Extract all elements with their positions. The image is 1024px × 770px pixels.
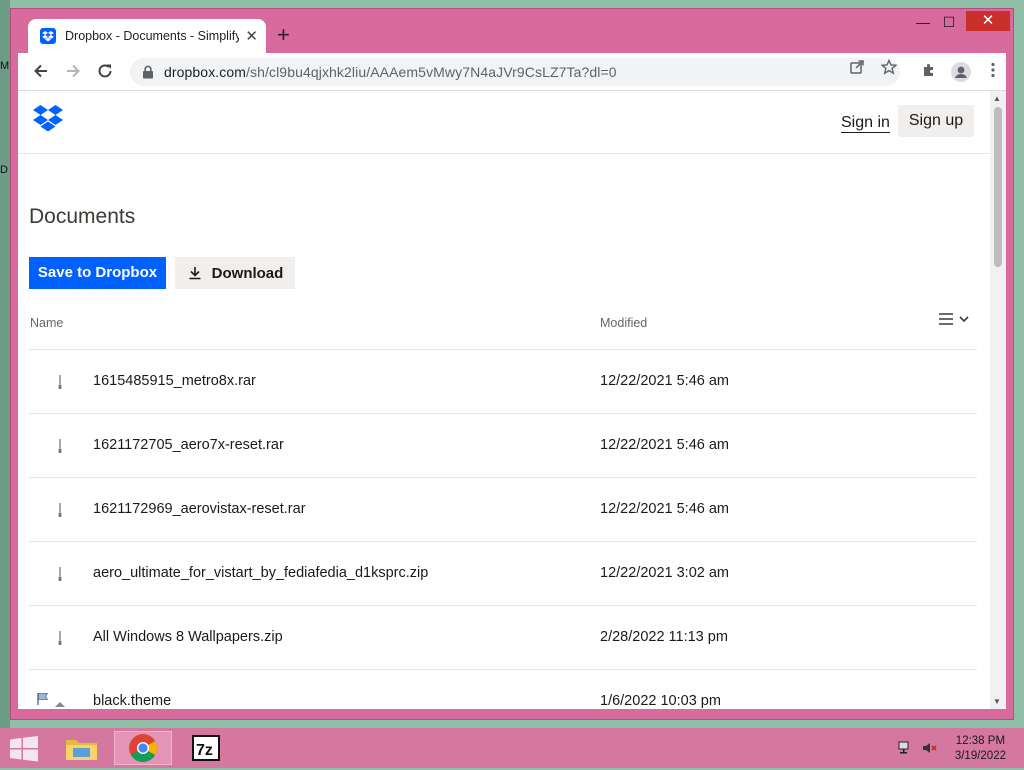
chrome-icon [129, 734, 157, 762]
scroll-down-arrow-icon[interactable]: ▼ [993, 697, 1001, 706]
file-row[interactable]: 1621172969_aerovistax-reset.rar 12/22/20… [29, 478, 977, 542]
download-label: Download [211, 264, 284, 282]
flag-icon [37, 693, 49, 705]
dropbox-logo-icon[interactable] [33, 105, 63, 133]
desktop-background [0, 0, 10, 728]
file-modified: 12/22/2021 5:46 am [600, 437, 729, 453]
chevron-down-icon [959, 316, 969, 322]
page-viewport: Sign in Sign up Documents Save to Dropbo… [18, 91, 1006, 709]
tab-close-icon[interactable]: ✕ [245, 27, 258, 45]
browser-toolbar: dropbox.com/sh/cl9bu4qjxhk2liu/AAAem5vMw… [18, 53, 1006, 91]
dropbox-header: Sign in Sign up [18, 91, 990, 154]
file-name[interactable]: black.theme [93, 693, 171, 709]
file-row[interactable]: 1615485915_metro8x.rar 12/22/2021 5:46 a… [29, 350, 977, 414]
column-header-modified[interactable]: Modified [600, 316, 647, 330]
sign-up-button[interactable]: Sign up [898, 105, 974, 137]
sign-in-link[interactable]: Sign in [841, 114, 890, 133]
clock-time: 12:38 PM [955, 735, 1006, 747]
browser-window: Dropbox - Documents - Simplify ✕ + — ☐ ✕… [10, 8, 1014, 720]
title-bar: Dropbox - Documents - Simplify ✕ + — ☐ ✕ [11, 9, 1013, 53]
archive-file-icon [58, 439, 62, 453]
profile-avatar-icon[interactable] [950, 62, 972, 84]
maximize-button[interactable]: ☐ [934, 13, 964, 31]
share-icon[interactable] [846, 59, 868, 81]
file-modified: 12/22/2021 5:46 am [600, 373, 729, 389]
view-options-toggle[interactable] [939, 313, 969, 325]
network-icon[interactable] [898, 741, 914, 755]
desktop-icon-label: D [0, 164, 8, 176]
folder-icon [66, 740, 97, 760]
scrollbar-thumb[interactable] [994, 107, 1002, 267]
taskbar-file-explorer[interactable] [52, 731, 110, 765]
page-title: Documents [29, 205, 136, 228]
save-to-dropbox-button[interactable]: Save to Dropbox [29, 257, 166, 289]
clock-date: 3/19/2022 [954, 750, 1006, 762]
archive-file-icon [58, 631, 62, 645]
svg-text:7z: 7z [196, 742, 213, 759]
close-window-button[interactable]: ✕ [966, 11, 1010, 31]
file-modified: 12/22/2021 3:02 am [600, 565, 729, 581]
forward-arrow-icon[interactable] [63, 62, 83, 82]
new-tab-button[interactable]: + [277, 23, 290, 47]
taskbar-chrome[interactable] [114, 731, 172, 765]
vertical-scrollbar[interactable]: ▲ ▼ [990, 91, 1006, 709]
file-modified: 1/6/2022 10:03 pm [600, 693, 721, 709]
bookmark-star-icon[interactable] [878, 58, 900, 81]
download-icon [189, 267, 201, 280]
reload-icon[interactable] [95, 62, 115, 82]
file-name[interactable]: 1615485915_metro8x.rar [93, 373, 256, 389]
file-name[interactable]: aero_ultimate_for_vistart_by_fediafedia_… [93, 565, 428, 581]
taskbar: 7z 12:38 PM 3/19/2022 [0, 728, 1024, 768]
taskbar-7zip[interactable]: 7z [176, 731, 234, 765]
volume-muted-icon[interactable] [922, 741, 938, 755]
file-modified: 2/28/2022 11:13 pm [600, 629, 728, 645]
windows-start-icon[interactable] [10, 736, 38, 762]
tab-dropbox[interactable]: Dropbox - Documents - Simplify ✕ [28, 19, 266, 53]
tab-title: Dropbox - Documents - Simplify [65, 29, 240, 43]
column-header-name[interactable]: Name [30, 316, 63, 330]
address-bar[interactable]: dropbox.com/sh/cl9bu4qjxhk2liu/AAAem5vMw… [130, 58, 900, 86]
file-row[interactable]: aero_ultimate_for_vistart_by_fediafedia_… [29, 542, 977, 606]
file-row[interactable]: black.theme 1/6/2022 10:03 pm [29, 670, 977, 709]
file-modified: 12/22/2021 5:46 am [600, 501, 729, 517]
url-text: dropbox.com/sh/cl9bu4qjxhk2liu/AAAem5vMw… [164, 64, 617, 80]
download-button[interactable]: Download [175, 257, 295, 289]
file-row[interactable]: All Windows 8 Wallpapers.zip 2/28/2022 1… [29, 606, 977, 670]
kebab-menu-icon[interactable] [982, 62, 1004, 84]
dropbox-favicon-icon [40, 28, 56, 44]
back-arrow-icon[interactable] [31, 62, 51, 82]
7zip-icon: 7z [192, 735, 220, 761]
archive-file-icon [58, 375, 62, 389]
list-view-icon [939, 313, 953, 325]
file-name[interactable]: 1621172705_aero7x-reset.rar [93, 437, 284, 453]
scroll-up-arrow-icon[interactable]: ▲ [993, 94, 1001, 103]
file-name[interactable]: All Windows 8 Wallpapers.zip [93, 629, 283, 645]
file-name[interactable]: 1621172969_aerovistax-reset.rar [93, 501, 306, 517]
archive-file-icon [58, 567, 62, 581]
desktop-icon-label: M [0, 60, 10, 72]
extensions-puzzle-icon[interactable] [918, 62, 940, 84]
file-row[interactable]: 1621172705_aero7x-reset.rar 12/22/2021 5… [29, 414, 977, 478]
lock-icon [143, 65, 153, 79]
clock[interactable]: 12:38 PM 3/19/2022 [955, 734, 1006, 764]
archive-file-icon [58, 503, 62, 517]
theme-file-icon [55, 702, 65, 707]
